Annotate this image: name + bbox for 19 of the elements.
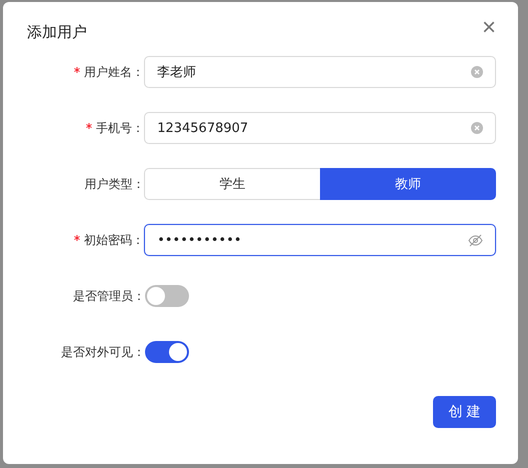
field-label: 是否管理员： xyxy=(73,288,145,304)
field-label: 是否对外可见： xyxy=(61,344,145,360)
toggle-switch[interactable] xyxy=(145,285,189,307)
eye-slash-icon[interactable] xyxy=(468,234,483,246)
dialog-title: 添加用户 xyxy=(27,22,87,42)
clear-icon[interactable] xyxy=(471,122,483,134)
field-label: 用户类型： xyxy=(84,176,144,192)
field-label: 手机号： xyxy=(96,120,144,136)
segment-option[interactable]: 教师 xyxy=(320,168,496,200)
input-field[interactable]: 12345678907 xyxy=(144,112,496,144)
segment-option[interactable]: 学生 xyxy=(144,168,320,200)
create-button[interactable]: 创 建 xyxy=(433,396,496,428)
field-label: 用户姓名： xyxy=(84,64,144,80)
close-button[interactable]: × xyxy=(482,18,496,38)
field-label: 初始密码： xyxy=(84,232,144,248)
input-field[interactable]: 李老师 xyxy=(144,56,496,88)
clear-icon[interactable] xyxy=(471,66,483,78)
password-field[interactable]: ••••••••••• xyxy=(144,224,496,256)
toggle-switch[interactable] xyxy=(145,341,189,363)
